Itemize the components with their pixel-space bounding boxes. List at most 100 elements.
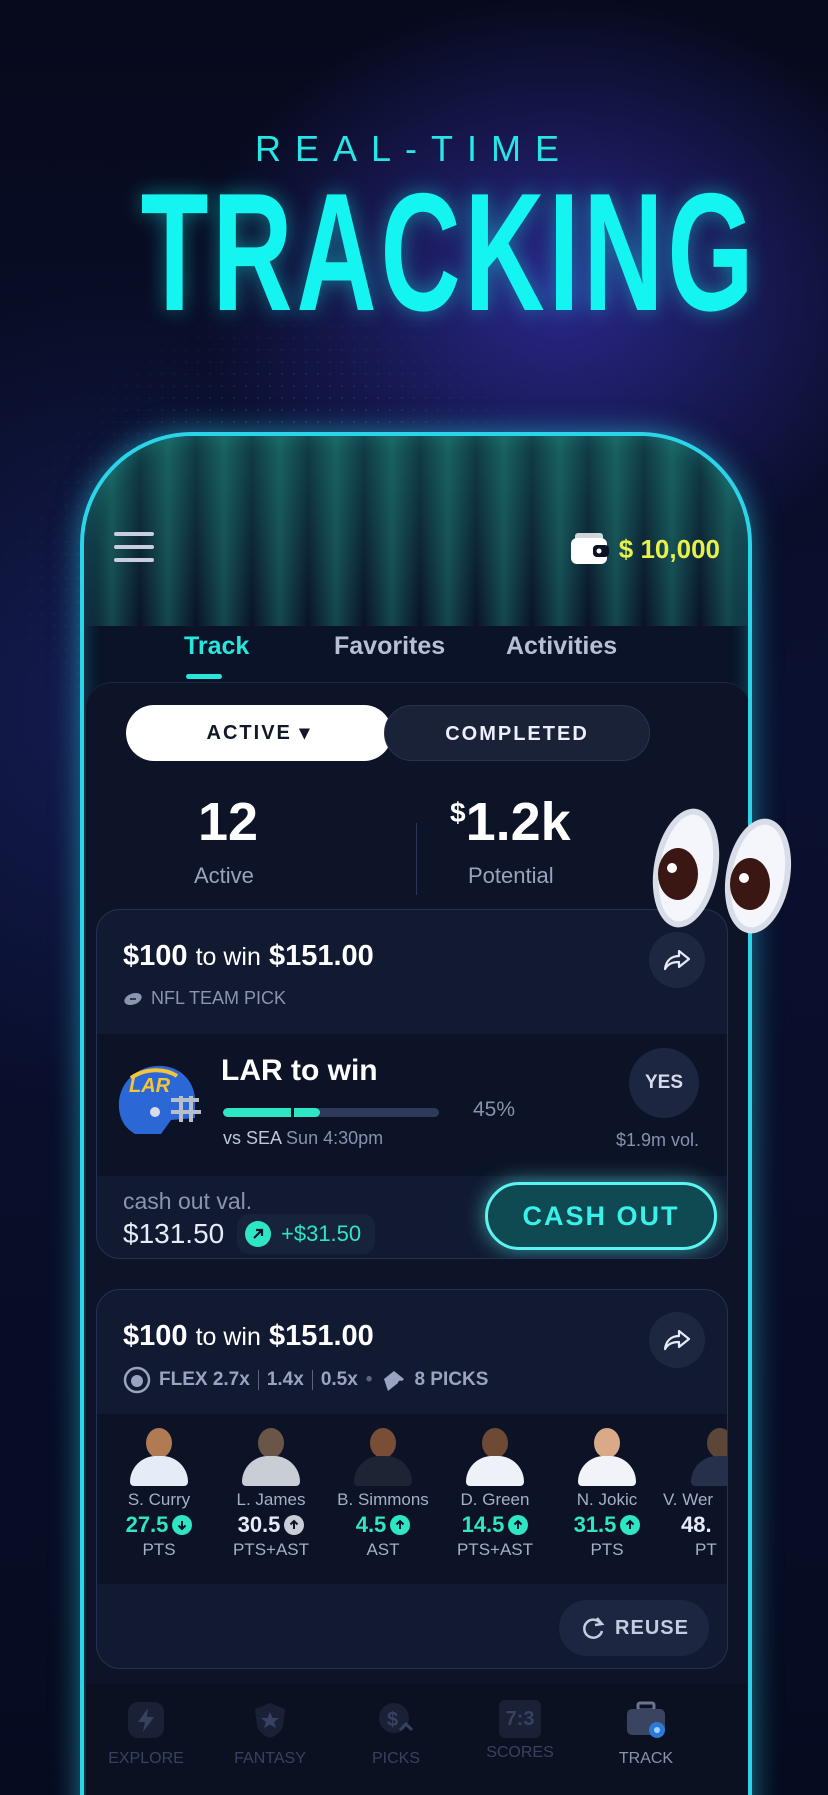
cash-out-button[interactable]: CASH OUT	[485, 1182, 717, 1250]
active-label: Active	[194, 863, 254, 888]
filter-completed-button[interactable]: COMPLETED	[384, 705, 650, 761]
player-stat-type: PT	[695, 1540, 717, 1559]
pick-progress-bar	[223, 1108, 439, 1117]
bet-type-label: NFL TEAM PICK	[151, 988, 287, 1008]
player-line-value: 14.5	[461, 1512, 505, 1537]
nav-picks[interactable]: $ PICKS	[336, 1700, 456, 1768]
pick-percentage: 45%	[473, 1098, 516, 1121]
multiplier-3: 0.5x	[320, 1369, 358, 1390]
player-pick[interactable]: D. Green 14.5 PTS+AST	[439, 1426, 551, 1560]
potential-value: $ 1.2k	[450, 791, 571, 853]
share-icon	[663, 1329, 691, 1351]
player-line: 30.5	[215, 1512, 327, 1538]
share-button[interactable]	[649, 1312, 705, 1368]
gain-amount: +$31.50	[281, 1221, 362, 1246]
yes-side-button[interactable]: YES	[629, 1048, 699, 1118]
divider	[311, 1370, 313, 1390]
nav-track[interactable]: TRACK	[586, 1700, 706, 1768]
active-count: 12	[198, 792, 259, 852]
matchup-opponent: vs SEA	[223, 1128, 282, 1148]
nav-fantasy[interactable]: FANTASY	[210, 1700, 330, 1768]
nav-explore[interactable]: EXPLORE	[86, 1700, 206, 1768]
tab-track[interactable]: Track	[184, 632, 249, 661]
bet-type-tag: NFL TEAM PICK	[123, 988, 286, 1009]
player-line-value: 4.5	[355, 1512, 387, 1537]
player-stat-type: AST	[366, 1540, 400, 1559]
briefcase-icon	[627, 1701, 665, 1738]
dollar-picks-icon: $	[379, 1703, 414, 1733]
multiplier-2: 1.4x	[266, 1369, 304, 1390]
bolt-icon	[128, 1702, 164, 1738]
tab-activities[interactable]: Activities	[506, 632, 617, 661]
svg-text:$: $	[387, 1709, 398, 1731]
potential-label: Potential	[468, 863, 554, 888]
player-pick[interactable]: B. Simmons 4.5 AST	[327, 1426, 439, 1560]
pick-row[interactable]: LAR LAR to win 45% vs SEA Sun 4:30pm YES…	[97, 1034, 727, 1176]
bet-card-nfl: $100 to win $151.00 NFL TEAM PICK LAR LA…	[96, 909, 728, 1259]
wallet-balance[interactable]: $ 10,000	[569, 532, 720, 566]
wallet-icon	[569, 532, 611, 566]
bottom-navigation: EXPLORE FANTASY $ PICKS 7:3 SCORES TRACK	[86, 1684, 748, 1795]
flex-badge-icon	[123, 1366, 151, 1394]
shield-star-icon	[255, 1703, 285, 1738]
player-pick[interactable]: N. Jokic 31.5 PTS	[551, 1426, 663, 1560]
cash-out-value: $131.50	[123, 1218, 225, 1249]
scoreboard-icon: 7:3	[499, 1700, 541, 1738]
team-helmet-icon: LAR	[111, 1056, 203, 1148]
pick-matchup: vs SEA Sun 4:30pm	[223, 1128, 383, 1149]
share-icon	[663, 949, 691, 971]
promo-title: TRACKING	[140, 158, 758, 346]
arrow-up-right-icon	[245, 1221, 271, 1247]
nav-label: PICKS	[371, 1750, 420, 1767]
player-name: D. Green	[460, 1490, 530, 1509]
filter-active-dropdown[interactable]: ACTIVE ▾	[126, 705, 392, 761]
flex-multipliers: FLEX 2.7x 1.4x 0.5x • 8 PICKS	[123, 1366, 488, 1394]
header-glow	[84, 436, 748, 626]
player-pick[interactable]: L. James 30.5 PTS+AST	[215, 1426, 327, 1560]
payout-amount: $151.00	[268, 1320, 374, 1352]
player-line-value: 30.5	[237, 1512, 281, 1537]
matchup-time: Sun 4:30pm	[286, 1128, 384, 1148]
phone-frame: $ 10,000 Track Favorites Activities ACTI…	[80, 432, 752, 1795]
refresh-icon	[583, 1617, 605, 1639]
player-avatar	[124, 1426, 194, 1486]
player-avatar	[460, 1426, 530, 1486]
gain-badge: +$31.50	[237, 1214, 376, 1254]
to-win-text: to win	[195, 1323, 261, 1351]
player-avatar	[572, 1426, 642, 1486]
player-line-value: 31.5	[573, 1512, 617, 1537]
player-avatar	[685, 1426, 727, 1486]
reuse-button[interactable]: REUSE	[559, 1600, 709, 1656]
arrow-down-icon	[172, 1515, 193, 1535]
player-line: 4.5	[327, 1512, 439, 1538]
bet-summary: $100 to win $151.00	[123, 1320, 374, 1353]
player-name: N. Jokic	[576, 1490, 638, 1509]
player-stat-type: PTS	[142, 1540, 176, 1559]
hamburger-menu-icon[interactable]	[114, 532, 154, 564]
svg-text:LAR: LAR	[129, 1075, 171, 1097]
player-line: 31.5	[551, 1512, 663, 1538]
football-icon	[124, 992, 142, 1005]
balance-amount: $ 10,000	[618, 533, 720, 564]
player-pick[interactable]: S. Curry 27.5 PTS	[103, 1426, 215, 1560]
nav-scores[interactable]: 7:3 SCORES	[460, 1700, 580, 1762]
bet-card-flex: $100 to win $151.00 FLEX 2.7x 1.4x 0.5x	[96, 1289, 728, 1669]
player-name: S. Curry	[127, 1490, 191, 1509]
tab-favorites[interactable]: Favorites	[334, 632, 445, 661]
eyes-emoji-icon	[652, 808, 792, 934]
player-line-value: 48.	[681, 1512, 712, 1537]
potential-amount: 1.2k	[465, 792, 571, 852]
stake-amount: $100	[123, 1320, 188, 1352]
flex-multiplier: FLEX 2.7x	[159, 1369, 250, 1390]
player-avatar	[348, 1426, 418, 1486]
payout-amount: $151.00	[268, 940, 374, 972]
player-line: 14.5	[439, 1512, 551, 1538]
player-picks-row: S. Curry 27.5 PTS L. James 30.5 PTS+AST …	[97, 1414, 727, 1584]
divider	[257, 1370, 259, 1390]
bullet-separator: •	[365, 1369, 373, 1390]
share-button[interactable]	[649, 932, 705, 988]
to-win-text: to win	[195, 943, 261, 971]
reuse-label: REUSE	[615, 1616, 689, 1639]
player-stat-type: PTS+AST	[456, 1540, 534, 1559]
player-pick[interactable]: V. Wer 48. PT	[663, 1426, 727, 1560]
